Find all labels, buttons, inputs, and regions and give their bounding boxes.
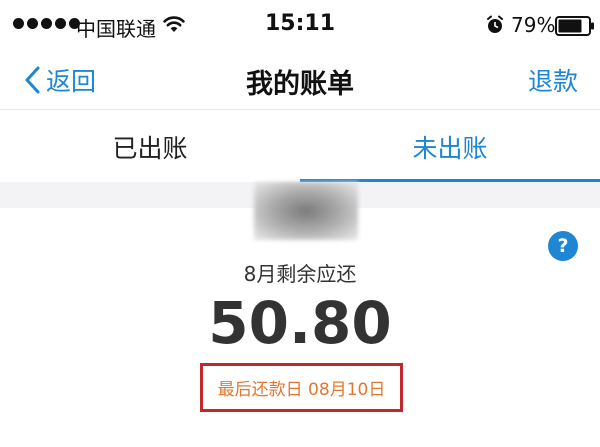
- blurred-logo-image: [254, 182, 358, 240]
- back-button-label: 返回: [46, 67, 97, 96]
- tab-billed[interactable]: 已出账: [0, 111, 300, 182]
- battery-icon: [555, 16, 595, 40]
- alarm-icon: [486, 15, 504, 39]
- navigation-bar: 返回 我的账单 退款: [0, 50, 600, 110]
- remaining-amount: 50.80: [208, 289, 392, 357]
- signal-strength-icon: [13, 18, 80, 29]
- chevron-left-icon: [25, 66, 40, 94]
- due-date-text: 最后还款日 08月10日: [217, 380, 386, 400]
- refund-button[interactable]: 退款: [528, 62, 578, 98]
- remaining-amount-label: 8月剩余应还: [243, 262, 357, 286]
- wifi-icon: [163, 15, 185, 37]
- carrier-name: 中国联通: [76, 17, 156, 41]
- back-button[interactable]: 返回: [24, 60, 96, 100]
- status-bar: 中国联通 15:11 79%: [0, 0, 600, 50]
- help-icon[interactable]: ?: [548, 231, 578, 261]
- bill-tabs: 已出账 未出账: [0, 111, 600, 182]
- battery-percentage: 79%: [511, 13, 556, 37]
- due-date-highlight: 最后还款日 08月10日: [200, 363, 403, 412]
- tab-unbilled[interactable]: 未出账: [300, 111, 600, 182]
